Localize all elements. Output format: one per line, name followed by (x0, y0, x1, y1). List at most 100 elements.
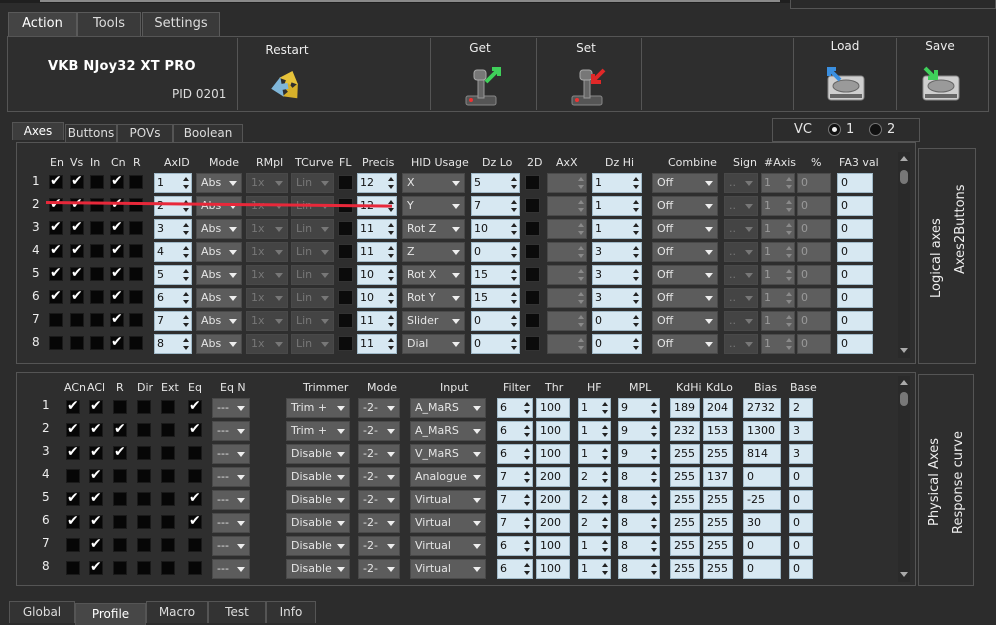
input-dropdown[interactable]: Virtual (410, 559, 486, 579)
ext-checkbox[interactable] (161, 400, 175, 414)
spin-down-icon[interactable] (183, 277, 189, 281)
spin-down-icon[interactable] (388, 346, 394, 350)
base-field[interactable]: 0 (789, 513, 813, 533)
trimmer-dropdown[interactable]: Disable (286, 444, 350, 464)
acl-checkbox[interactable] (89, 536, 103, 552)
dzlo-spinner[interactable]: 0 (471, 334, 520, 354)
mpl-spinner[interactable]: 8 (618, 490, 660, 510)
spin-down-icon[interactable] (633, 185, 639, 189)
axid-spinner[interactable]: 2 (154, 196, 192, 216)
mpl-spinner[interactable]: 9 (618, 421, 660, 441)
trimmer-dropdown[interactable]: Disable (286, 513, 350, 533)
eqn-dropdown[interactable]: --- (212, 513, 250, 533)
cn-checkbox[interactable] (110, 196, 124, 212)
scroll-down-icon[interactable] (900, 348, 908, 353)
combine-dropdown[interactable]: Off (652, 265, 718, 285)
mode-dropdown[interactable]: Abs (196, 173, 242, 193)
spin-down-icon[interactable] (602, 502, 608, 506)
hf-spinner[interactable]: 2 (578, 513, 611, 533)
filter-spinner[interactable]: 6 (497, 536, 533, 556)
combine-dropdown[interactable]: Off (652, 242, 718, 262)
kdhi-field[interactable]: 189 (670, 398, 700, 418)
spin-up-icon[interactable] (511, 315, 517, 319)
scroll-up-icon[interactable] (900, 156, 908, 161)
acn-checkbox[interactable] (66, 490, 80, 506)
acl-checkbox[interactable] (89, 559, 103, 575)
top-tab-tools[interactable]: Tools (77, 12, 141, 36)
spin-up-icon[interactable] (602, 494, 608, 498)
combine-dropdown[interactable]: Off (652, 334, 718, 354)
spin-up-icon[interactable] (388, 292, 394, 296)
spin-up-icon[interactable] (651, 471, 657, 475)
spin-down-icon[interactable] (388, 300, 394, 304)
kdlo-field[interactable]: 204 (703, 398, 733, 418)
spin-down-icon[interactable] (524, 433, 530, 437)
input-dropdown[interactable]: V_MaRS (410, 444, 486, 464)
sub-tab-povs[interactable]: POVs (117, 124, 173, 142)
spin-up-icon[interactable] (511, 200, 517, 204)
acl-checkbox[interactable] (89, 490, 103, 506)
set-button[interactable]: Set (552, 40, 620, 110)
eq-checkbox[interactable] (188, 446, 202, 460)
fa3-field[interactable]: 0 (837, 173, 873, 193)
combine-dropdown[interactable]: Off (652, 173, 718, 193)
dzlo-spinner[interactable]: 15 (471, 288, 520, 308)
en-checkbox[interactable] (49, 313, 63, 327)
kdhi-field[interactable]: 255 (670, 467, 700, 487)
filter-spinner[interactable]: 6 (497, 559, 533, 579)
spin-down-icon[interactable] (524, 456, 530, 460)
hf-spinner[interactable]: 1 (578, 444, 611, 464)
cn-checkbox[interactable] (110, 311, 124, 327)
axid-spinner[interactable]: 8 (154, 334, 192, 354)
filter-spinner[interactable]: 6 (497, 444, 533, 464)
eqn-dropdown[interactable]: --- (212, 444, 250, 464)
precis-spinner[interactable]: 11 (357, 311, 397, 331)
combine-dropdown[interactable]: Off (652, 288, 718, 308)
spin-up-icon[interactable] (183, 246, 189, 250)
base-field[interactable]: 0 (789, 559, 813, 579)
fa3-field[interactable]: 0 (837, 196, 873, 216)
spin-down-icon[interactable] (524, 502, 530, 506)
r-checkbox[interactable] (113, 400, 127, 414)
spin-down-icon[interactable] (602, 433, 608, 437)
r-checkbox[interactable] (129, 221, 143, 235)
input-dropdown[interactable]: Analogue (410, 467, 486, 487)
bottom-tab-profile[interactable]: Profile (75, 603, 146, 625)
ext-checkbox[interactable] (161, 515, 175, 529)
thr-field[interactable]: 100 (536, 536, 570, 556)
r-checkbox[interactable] (129, 290, 143, 304)
spin-down-icon[interactable] (388, 185, 394, 189)
spin-up-icon[interactable] (524, 425, 530, 429)
dir-checkbox[interactable] (137, 446, 151, 460)
spin-down-icon[interactable] (388, 323, 394, 327)
kdlo-field[interactable]: 255 (703, 536, 733, 556)
eq-checkbox[interactable] (188, 469, 202, 483)
base-field[interactable]: 0 (789, 467, 813, 487)
fa3-field[interactable]: 0 (837, 334, 873, 354)
spin-down-icon[interactable] (388, 277, 394, 281)
vs-checkbox[interactable] (70, 219, 84, 235)
thr-field[interactable]: 200 (536, 467, 570, 487)
spin-up-icon[interactable] (183, 338, 189, 342)
in-checkbox[interactable] (90, 221, 104, 235)
mode-dropdown[interactable]: Abs (196, 334, 242, 354)
combine-dropdown[interactable]: Off (652, 196, 718, 216)
logical-scrollbar[interactable] (898, 152, 910, 358)
kdlo-field[interactable]: 137 (703, 467, 733, 487)
hid-usage-dropdown[interactable]: Rot X (402, 265, 465, 285)
axid-spinner[interactable]: 6 (154, 288, 192, 308)
vs-checkbox[interactable] (70, 288, 84, 304)
spin-down-icon[interactable] (651, 479, 657, 483)
spin-down-icon[interactable] (388, 254, 394, 258)
base-field[interactable]: 0 (789, 536, 813, 556)
fa3-field[interactable]: 0 (837, 265, 873, 285)
spin-up-icon[interactable] (633, 292, 639, 296)
top-tab-action[interactable]: Action (8, 12, 77, 36)
spin-up-icon[interactable] (633, 315, 639, 319)
mpl-spinner[interactable]: 9 (618, 398, 660, 418)
dzhi-spinner[interactable]: 0 (592, 334, 642, 354)
spin-down-icon[interactable] (651, 456, 657, 460)
input-dropdown[interactable]: A_MaRS (410, 421, 486, 441)
fa3-field[interactable]: 0 (837, 311, 873, 331)
bias-field[interactable]: 2732 (743, 398, 781, 418)
